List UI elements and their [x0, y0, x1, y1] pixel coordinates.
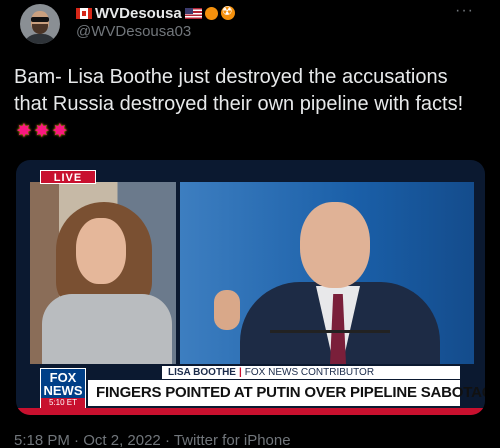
tweet-header: WVDesousa @WVDesousa03 ···: [14, 2, 486, 48]
us-flag-icon: [184, 7, 202, 19]
tweet-body: Bam- Lisa Boothe just destroyed the accu…: [14, 66, 464, 115]
fox-news-logo: FOX NEWS 5:10 ET: [40, 368, 86, 408]
tweet-time[interactable]: 5:18 PM: [14, 432, 70, 448]
more-options-icon[interactable]: ···: [455, 2, 474, 20]
collision-emoji-icon: ✸: [51, 120, 68, 142]
collision-emoji-icon: ✸: [33, 120, 50, 142]
tweet-date[interactable]: Oct 2, 2022: [83, 432, 161, 448]
tweet-text: Bam- Lisa Boothe just destroyed the accu…: [14, 64, 484, 145]
tweet-source: Twitter for iPhone: [173, 432, 291, 448]
guest-name: LISA BOOTHE: [168, 367, 236, 378]
lisa-boothe-video-panel: [30, 182, 176, 364]
tweet-meta: 5:18 PM · Oct 2, 2022 · Twitter for iPho…: [14, 432, 291, 448]
canada-flag-icon: [76, 7, 92, 19]
user-handle[interactable]: @WVDesousa03: [76, 23, 235, 40]
meta-separator: ·: [69, 432, 84, 448]
lower-third-name: LISA BOOTHE | FOX NEWS CONTRIBUTOR: [162, 366, 460, 379]
guest-role: FOX NEWS CONTRIBUTOR: [244, 367, 375, 378]
display-name-row[interactable]: WVDesousa: [76, 4, 235, 22]
collision-emoji-icon: ✸: [16, 120, 32, 142]
user-avatar-icon[interactable]: [20, 4, 60, 44]
display-name[interactable]: WVDesousa: [95, 5, 182, 22]
meta-separator: ·: [160, 432, 174, 448]
author-names: WVDesousa @WVDesousa03: [76, 4, 235, 40]
putin-video-panel: [180, 182, 474, 364]
live-badge: LIVE: [40, 170, 96, 184]
lower-third-separator: |: [238, 367, 242, 378]
tweet-media-video[interactable]: LIVE LISA BOOTHE | FOX NEWS CONTRIBUTOR FO…: [16, 160, 485, 415]
radioactive-icon: [220, 4, 235, 20]
logo-line-time: 5:10 ET: [41, 398, 85, 408]
orange-circle-icon: [204, 6, 218, 20]
chyron-headline: FINGERS POINTED AT PUTIN OVER PIPELINE S…: [88, 380, 485, 406]
ticker-bar: [16, 408, 485, 415]
logo-line-news: NEWS: [43, 383, 83, 398]
